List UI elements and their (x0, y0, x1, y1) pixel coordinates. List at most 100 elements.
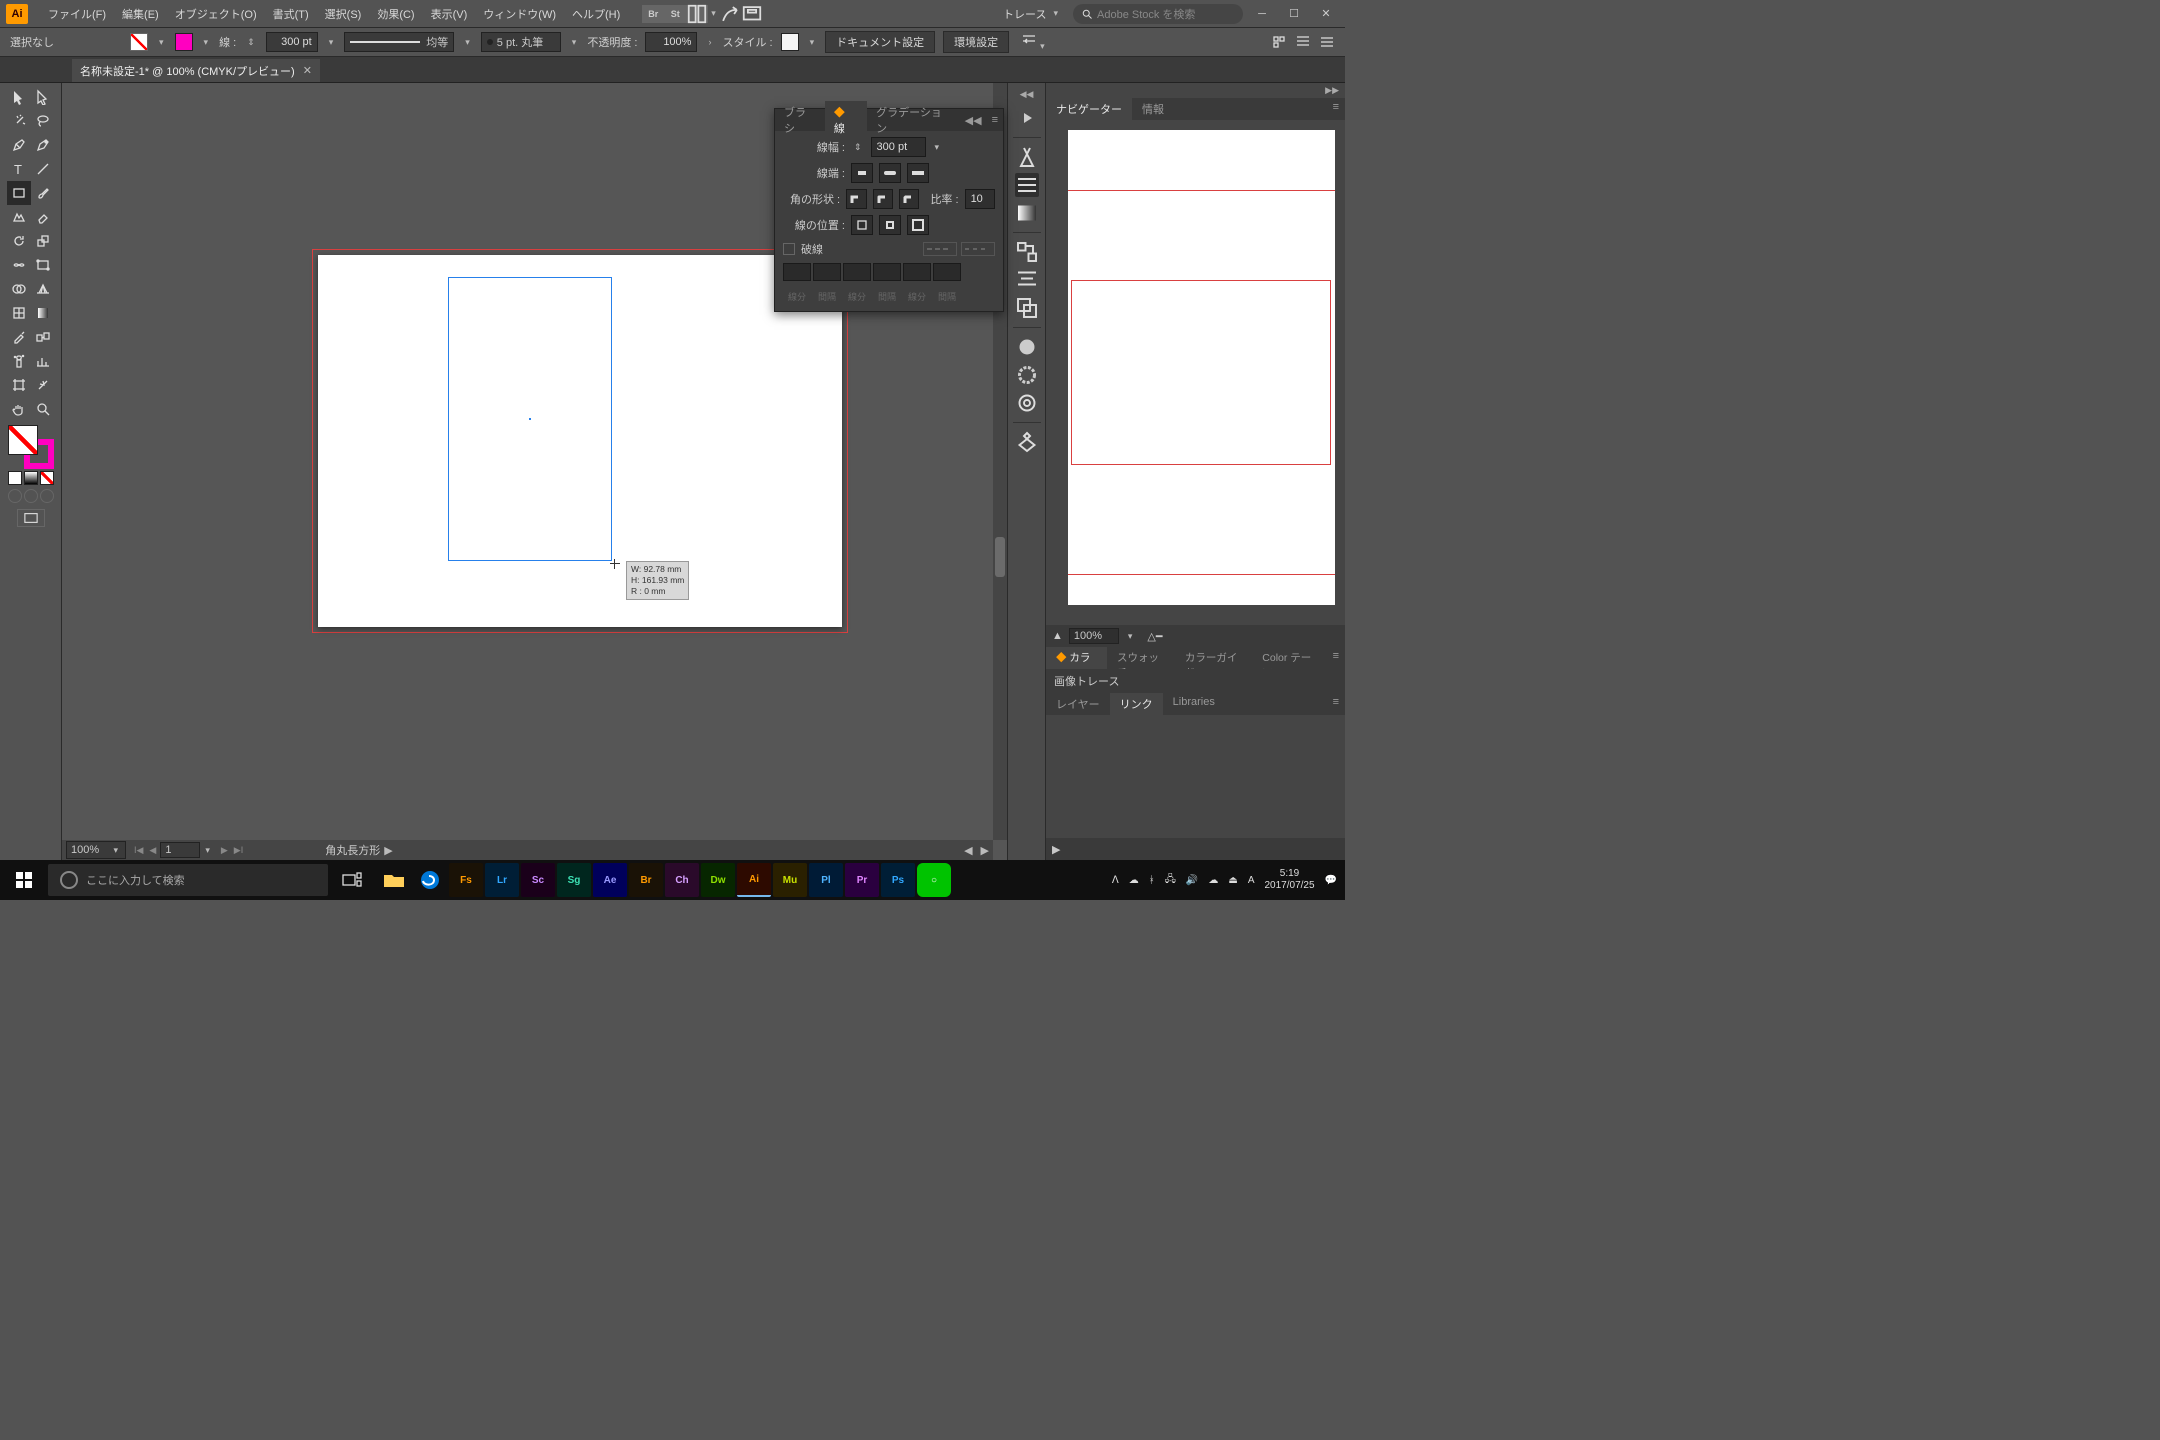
pen-tool[interactable] (7, 133, 31, 157)
dash-checkbox[interactable] (783, 243, 795, 255)
gpu-icon[interactable] (719, 5, 741, 23)
task-view-button[interactable] (328, 860, 376, 900)
taskbar-app[interactable]: Fs (449, 863, 483, 897)
brush-field[interactable]: 5 pt. 丸筆 (481, 32, 561, 52)
gap-field[interactable] (813, 263, 841, 281)
preferences-button[interactable]: 環境設定 (943, 31, 1009, 53)
taskbar-illustrator[interactable]: Ai (737, 863, 771, 897)
taskbar-app[interactable]: Ch (665, 863, 699, 897)
stepper-icon[interactable]: ⇕ (244, 37, 258, 48)
fill-indicator[interactable] (8, 425, 38, 455)
perspective-grid-tool[interactable] (31, 277, 55, 301)
tray-notification-icon[interactable]: 💬 (1325, 875, 1337, 886)
draw-inside[interactable] (40, 489, 54, 503)
document-setup-button[interactable]: ドキュメント設定 (825, 31, 935, 53)
shape-builder-tool[interactable] (7, 277, 31, 301)
taskbar-line[interactable]: ○ (917, 863, 951, 897)
join-round-button[interactable] (873, 189, 893, 209)
tray-ime-icon[interactable]: A (1248, 875, 1255, 886)
snap-point-icon[interactable] (1295, 34, 1311, 50)
slice-tool[interactable] (31, 373, 55, 397)
mesh-tool[interactable] (7, 301, 31, 325)
rectangle-tool[interactable] (7, 181, 31, 205)
tray-onedrive-icon[interactable]: ☁ (1208, 875, 1218, 886)
direct-selection-tool[interactable] (31, 85, 55, 109)
taskbar-app[interactable]: Sc (521, 863, 555, 897)
blend-tool[interactable] (31, 325, 55, 349)
join-bevel-button[interactable] (899, 189, 919, 209)
zoom-out-icon[interactable]: ▲ (1052, 630, 1063, 642)
width-profile-field[interactable]: 均等 (344, 32, 454, 52)
taskbar-app[interactable]: Lr (485, 863, 519, 897)
curvature-tool[interactable] (31, 133, 55, 157)
tray-cloud-icon[interactable]: ☁ (1129, 875, 1139, 886)
taskbar-app[interactable]: Pl (809, 863, 843, 897)
dock-transform-icon[interactable] (1015, 240, 1039, 264)
cap-projecting-button[interactable] (907, 163, 929, 183)
tab-brushes[interactable]: ブラシ (775, 101, 825, 139)
fill-swatch[interactable] (130, 33, 148, 51)
taskbar-app[interactable]: Sg (557, 863, 591, 897)
page-field[interactable]: 1 (160, 842, 200, 858)
eraser-tool[interactable] (31, 205, 55, 229)
color-mode-gradient[interactable] (24, 471, 38, 485)
panel-collapse-icon[interactable]: ◀◀ (960, 111, 987, 130)
gap-field[interactable] (933, 263, 961, 281)
stock-search[interactable]: Adobe Stock を検索 (1073, 4, 1243, 24)
menu-effect[interactable]: 効果(C) (369, 2, 422, 26)
opacity-field[interactable]: 100% (645, 32, 697, 52)
taskbar-app[interactable]: Dw (701, 863, 735, 897)
taskbar-app[interactable]: Ps (881, 863, 915, 897)
draw-normal[interactable] (8, 489, 22, 503)
tray-network-icon[interactable]: 🖧 (1165, 872, 1176, 889)
tab-info[interactable]: 情報 (1132, 98, 1174, 120)
dock-pathfinder-icon[interactable] (1015, 296, 1039, 320)
feedback-icon[interactable] (741, 5, 763, 23)
selection-tool[interactable] (7, 85, 31, 109)
tab-gradient[interactable]: グラデーション (867, 101, 960, 139)
navigator-zoom-field[interactable]: 100% (1069, 628, 1119, 644)
stepper-icon[interactable]: ⇕ (851, 142, 865, 153)
column-graph-tool[interactable] (31, 349, 55, 373)
dock-graphic-styles-icon[interactable] (1015, 391, 1039, 415)
tab-links[interactable]: リンク (1110, 693, 1163, 715)
dock-collapse-icon[interactable]: ◀◀ (1020, 89, 1034, 100)
hand-tool[interactable] (7, 397, 31, 421)
eyedropper-tool[interactable] (7, 325, 31, 349)
dock-appearance-icon[interactable] (1015, 363, 1039, 387)
taskbar-edge[interactable] (413, 863, 447, 897)
menu-view[interactable]: 表示(V) (423, 2, 476, 26)
cap-round-button[interactable] (879, 163, 901, 183)
menu-object[interactable]: オブジェクト(O) (167, 2, 265, 26)
symbol-sprayer-tool[interactable] (7, 349, 31, 373)
gradient-tool[interactable] (31, 301, 55, 325)
stroke-swatch[interactable] (175, 33, 193, 51)
maximize-button[interactable]: ☐ (1281, 5, 1307, 23)
snap-pixel-icon[interactable] (1271, 34, 1287, 50)
navigator-panel[interactable] (1046, 120, 1345, 625)
tab-stroke[interactable]: ◆ 線 (825, 101, 867, 139)
tab-libraries[interactable]: Libraries (1163, 693, 1225, 715)
panel-menu-icon[interactable] (1319, 34, 1335, 50)
dash-field[interactable] (843, 263, 871, 281)
taskbar-explorer[interactable] (377, 863, 411, 897)
chevron-down-icon[interactable]: ▾ (708, 8, 719, 19)
rotate-tool[interactable] (7, 229, 31, 253)
scale-tool[interactable] (31, 229, 55, 253)
tab-color-themes[interactable]: Color テーマ (1252, 647, 1326, 669)
style-swatch[interactable] (781, 33, 799, 51)
tab-navigator[interactable]: ナビゲーター (1046, 98, 1132, 120)
fill-stroke-indicator[interactable] (8, 425, 54, 469)
join-miter-button[interactable] (846, 189, 866, 209)
tab-color[interactable]: ◆ カラー (1046, 647, 1107, 669)
align-center-button[interactable] (851, 215, 873, 235)
dock-transparency-icon[interactable] (1015, 335, 1039, 359)
zoom-tool[interactable] (31, 397, 55, 421)
close-button[interactable]: ✕ (1313, 5, 1339, 23)
gap-field[interactable] (873, 263, 901, 281)
menu-select[interactable]: 選択(S) (317, 2, 370, 26)
links-info-icon[interactable]: ▶ (1052, 843, 1060, 856)
tab-color-guide[interactable]: カラーガイド (1175, 647, 1252, 669)
tab-layers[interactable]: レイヤー (1046, 693, 1110, 715)
cap-butt-button[interactable] (851, 163, 873, 183)
